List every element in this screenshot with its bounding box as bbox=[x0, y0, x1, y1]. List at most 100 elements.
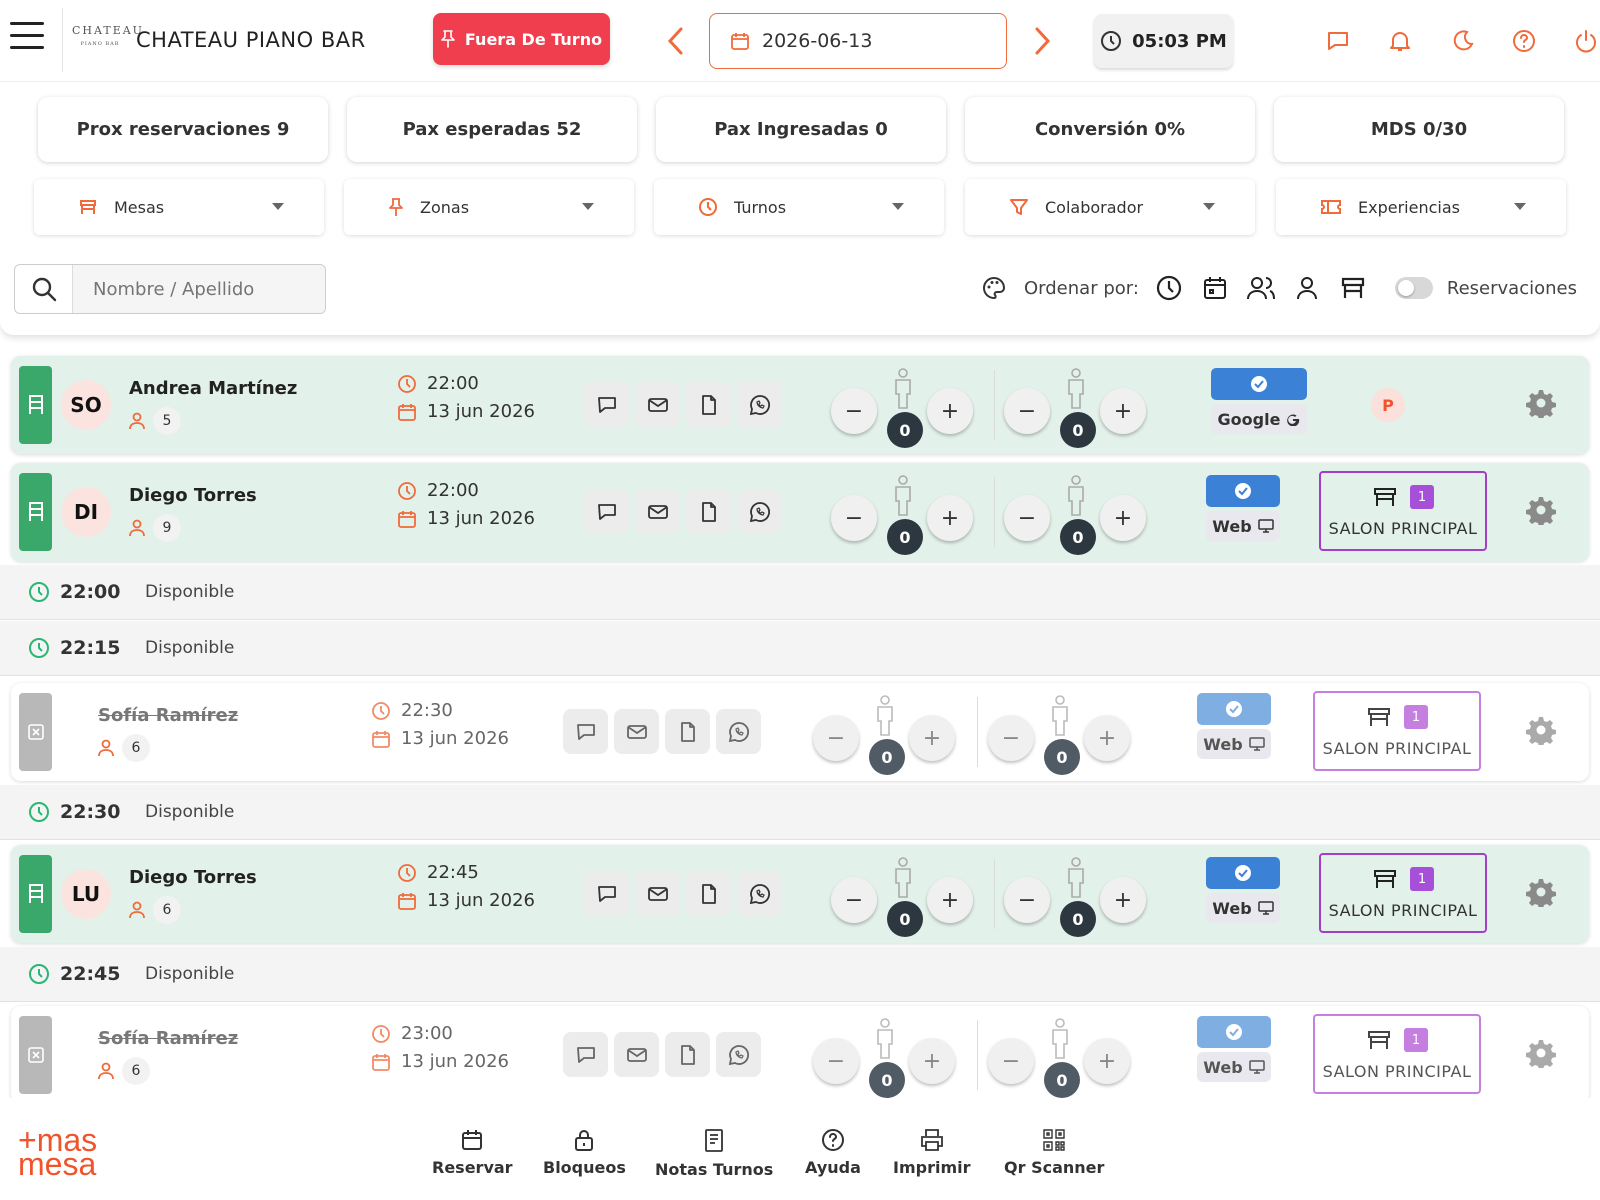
gear-icon[interactable] bbox=[1526, 877, 1556, 907]
chat-button[interactable] bbox=[584, 489, 629, 534]
increment-button[interactable]: + bbox=[927, 388, 973, 434]
filter-tables[interactable]: Mesas bbox=[34, 179, 324, 235]
whatsapp-button[interactable] bbox=[737, 382, 782, 427]
whatsapp-button[interactable] bbox=[737, 489, 782, 534]
menu-icon[interactable] bbox=[10, 22, 44, 56]
priority-badge: P bbox=[1371, 388, 1405, 422]
party-size: 6 bbox=[98, 1057, 150, 1085]
email-button[interactable] bbox=[614, 1032, 659, 1077]
filter-experiences[interactable]: Experiencias bbox=[1276, 179, 1566, 235]
increment-button[interactable]: + bbox=[1084, 1038, 1130, 1084]
time-slot[interactable]: 22:30 Disponible bbox=[0, 785, 1600, 840]
user-icon[interactable] bbox=[1291, 272, 1323, 304]
time-slot[interactable]: 22:45 Disponible bbox=[0, 947, 1600, 1002]
nav-reservar[interactable]: Reservar bbox=[432, 1128, 513, 1177]
whatsapp-button[interactable] bbox=[716, 709, 761, 754]
chat-button[interactable] bbox=[563, 1032, 608, 1077]
pax-counter-women: − 0 + bbox=[1004, 362, 1149, 452]
increment-button[interactable]: + bbox=[909, 1038, 955, 1084]
increment-button[interactable]: + bbox=[909, 715, 955, 761]
notes-button[interactable] bbox=[686, 871, 731, 916]
reservation-row[interactable]: Sofía Ramírez 6 23:00 13 jun 2026 − 0 + … bbox=[11, 1006, 1589, 1104]
guest-name[interactable]: Andrea Martínez bbox=[129, 378, 297, 399]
clock-icon[interactable] bbox=[1153, 272, 1185, 304]
date-picker[interactable]: 2026-06-13 bbox=[709, 13, 1007, 69]
nav-qr-scanner[interactable]: Qr Scanner bbox=[1004, 1128, 1104, 1177]
guest-name[interactable]: Diego Torres bbox=[129, 867, 257, 888]
power-icon[interactable] bbox=[1573, 28, 1599, 54]
whatsapp-button[interactable] bbox=[737, 871, 782, 916]
reservation-row[interactable]: LU Diego Torres 6 22:45 13 jun 2026 − 0 … bbox=[11, 845, 1589, 943]
zone-assignment[interactable]: 1 SALON PRINCIPAL bbox=[1319, 471, 1487, 551]
nav-bloqueos[interactable]: Bloqueos bbox=[543, 1128, 626, 1177]
search-input[interactable] bbox=[73, 265, 325, 313]
filter-shifts[interactable]: Turnos bbox=[654, 179, 944, 235]
person-icon bbox=[877, 1018, 893, 1059]
reservation-row[interactable]: DI Diego Torres 9 22:00 13 jun 2026 − 0 … bbox=[11, 463, 1589, 561]
time-slot[interactable]: 22:15 Disponible bbox=[0, 621, 1600, 676]
search-icon[interactable] bbox=[15, 265, 73, 313]
notes-button[interactable] bbox=[665, 1032, 710, 1077]
calendar-icon[interactable] bbox=[1199, 272, 1231, 304]
guest-name[interactable]: Sofía Ramírez bbox=[98, 705, 238, 726]
zone-assignment[interactable]: 1 SALON PRINCIPAL bbox=[1313, 691, 1481, 771]
decrement-button[interactable]: − bbox=[1004, 388, 1050, 434]
table-icon[interactable] bbox=[1337, 272, 1369, 304]
moon-icon[interactable] bbox=[1449, 28, 1475, 54]
email-button[interactable] bbox=[635, 382, 680, 427]
increment-button[interactable]: + bbox=[1100, 495, 1146, 541]
gear-icon[interactable] bbox=[1526, 388, 1556, 418]
decrement-button[interactable]: − bbox=[813, 1038, 859, 1084]
reservation-row[interactable]: Sofía Ramírez 6 22:30 13 jun 2026 − 0 + … bbox=[11, 683, 1589, 781]
increment-button[interactable]: + bbox=[927, 495, 973, 541]
chat-button[interactable] bbox=[584, 382, 629, 427]
gear-icon[interactable] bbox=[1526, 495, 1556, 525]
decrement-button[interactable]: − bbox=[813, 715, 859, 761]
decrement-button[interactable]: − bbox=[831, 388, 877, 434]
users-icon[interactable] bbox=[1245, 272, 1277, 304]
increment-button[interactable]: + bbox=[1100, 388, 1146, 434]
reservation-row[interactable]: SO Andrea Martínez 5 22:00 13 jun 2026 −… bbox=[11, 356, 1589, 454]
gear-icon[interactable] bbox=[1526, 715, 1556, 745]
nav-notas-turnos[interactable]: Notas Turnos bbox=[655, 1128, 773, 1179]
chat-button[interactable] bbox=[584, 871, 629, 916]
help-icon[interactable] bbox=[1511, 28, 1537, 54]
shift-status-button[interactable]: Fuera De Turno bbox=[433, 13, 610, 65]
decrement-button[interactable]: − bbox=[1004, 877, 1050, 923]
email-button[interactable] bbox=[635, 489, 680, 534]
decrement-button[interactable]: − bbox=[831, 877, 877, 923]
filter-zones[interactable]: Zonas bbox=[344, 179, 634, 235]
next-date-button[interactable] bbox=[1027, 24, 1057, 58]
pin-icon bbox=[389, 198, 403, 216]
nav-ayuda[interactable]: Ayuda bbox=[805, 1128, 861, 1177]
reservation-datetime: 22:00 13 jun 2026 bbox=[397, 477, 535, 533]
reservations-toggle[interactable] bbox=[1394, 277, 1433, 299]
email-button[interactable] bbox=[614, 709, 659, 754]
prev-date-button[interactable] bbox=[661, 24, 691, 58]
guest-name[interactable]: Diego Torres bbox=[129, 485, 257, 506]
increment-button[interactable]: + bbox=[1084, 715, 1130, 761]
whatsapp-button[interactable] bbox=[716, 1032, 761, 1077]
zone-assignment[interactable]: 1 SALON PRINCIPAL bbox=[1313, 1014, 1481, 1094]
decrement-button[interactable]: − bbox=[831, 495, 877, 541]
chat-icon[interactable] bbox=[1325, 28, 1351, 54]
increment-button[interactable]: + bbox=[1100, 877, 1146, 923]
guest-name[interactable]: Sofía Ramírez bbox=[98, 1028, 238, 1049]
decrement-button[interactable]: − bbox=[988, 1038, 1034, 1084]
filter-collaborator[interactable]: Colaborador bbox=[965, 179, 1255, 235]
notes-button[interactable] bbox=[686, 489, 731, 534]
notes-button[interactable] bbox=[665, 709, 710, 754]
nav-imprimir[interactable]: Imprimir bbox=[893, 1128, 971, 1177]
decrement-button[interactable]: − bbox=[988, 715, 1034, 761]
gear-icon[interactable] bbox=[1526, 1038, 1556, 1068]
decrement-button[interactable]: − bbox=[1004, 495, 1050, 541]
reservation-datetime: 22:00 13 jun 2026 bbox=[397, 370, 535, 426]
zone-assignment[interactable]: 1 SALON PRINCIPAL bbox=[1319, 853, 1487, 933]
bell-icon[interactable] bbox=[1387, 28, 1413, 54]
palette-icon[interactable] bbox=[978, 272, 1010, 304]
email-button[interactable] bbox=[635, 871, 680, 916]
chat-button[interactable] bbox=[563, 709, 608, 754]
notes-button[interactable] bbox=[686, 382, 731, 427]
time-slot[interactable]: 22:00 Disponible bbox=[0, 565, 1600, 620]
increment-button[interactable]: + bbox=[927, 877, 973, 923]
